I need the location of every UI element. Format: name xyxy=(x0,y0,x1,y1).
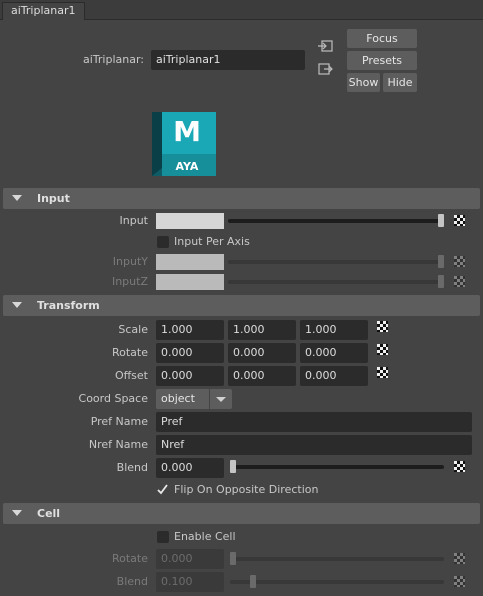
input-slider-handle[interactable] xyxy=(438,214,444,227)
offset-z-field[interactable]: 0.000 xyxy=(300,366,368,386)
input-color-swatch[interactable] xyxy=(156,213,224,229)
nref-name-label: Nref Name xyxy=(88,438,148,451)
enable-cell-checkbox[interactable] xyxy=(157,531,169,543)
cell-blend-label: Blend xyxy=(116,575,148,588)
node-name-field[interactable]: aiTriplanar1 xyxy=(151,50,305,70)
cell-rotate-slider-handle xyxy=(230,552,236,565)
collapse-arrow-icon xyxy=(12,195,22,201)
input-section-title: Input xyxy=(37,192,70,205)
offset-x-field[interactable]: 0.000 xyxy=(156,366,224,386)
input-y-slider-track xyxy=(228,260,444,264)
select-output-icon[interactable] xyxy=(318,63,333,75)
input-z-map-button xyxy=(454,276,465,287)
enable-cell-label: Enable Cell xyxy=(174,530,236,543)
cell-section-header[interactable]: Cell xyxy=(3,503,480,524)
cell-blend-slider-track xyxy=(230,580,444,584)
select-input-icon[interactable] xyxy=(318,40,333,52)
pref-name-field[interactable]: Pref xyxy=(156,412,472,432)
maya-logo-text: AYA xyxy=(175,160,199,173)
flip-checkbox[interactable] xyxy=(156,483,169,496)
scale-label: Scale xyxy=(118,323,148,336)
input-z-swatch xyxy=(156,274,224,290)
scale-y-field[interactable]: 1.000 xyxy=(228,320,296,340)
input-per-axis-checkbox[interactable] xyxy=(157,236,169,248)
input-z-slider-handle xyxy=(438,275,444,288)
blend-field[interactable]: 0.000 xyxy=(156,458,224,478)
input-map-button[interactable] xyxy=(454,215,465,226)
hide-button[interactable]: Hide xyxy=(383,73,417,92)
input-z-label: InputZ xyxy=(111,275,148,288)
show-button[interactable]: Show xyxy=(347,73,380,92)
input-y-swatch xyxy=(156,254,224,270)
transform-section-title: Transform xyxy=(37,299,100,312)
rotate-label: Rotate xyxy=(111,346,148,359)
collapse-arrow-icon xyxy=(12,510,22,516)
rotate-map-button[interactable] xyxy=(377,344,388,355)
blend-label: Blend xyxy=(116,461,148,474)
input-z-slider-track xyxy=(228,280,444,284)
input-label: Input xyxy=(119,214,148,227)
offset-map-button[interactable] xyxy=(377,367,388,378)
blend-slider-handle[interactable] xyxy=(230,460,236,473)
scale-x-field[interactable]: 1.000 xyxy=(156,320,224,340)
dropdown-divider xyxy=(209,389,210,409)
input-section-header[interactable]: Input xyxy=(3,188,480,209)
input-y-slider-handle xyxy=(438,255,444,268)
input-slider-track[interactable] xyxy=(228,219,444,223)
blend-map-button[interactable] xyxy=(454,461,465,472)
focus-button[interactable]: Focus xyxy=(347,29,417,48)
cell-rotate-field: 0.000 xyxy=(156,549,224,569)
coord-space-label: Coord Space xyxy=(78,392,148,405)
cell-blend-field: 0.100 xyxy=(156,572,224,592)
collapse-arrow-icon xyxy=(12,302,22,308)
rotate-z-field[interactable]: 0.000 xyxy=(300,343,368,363)
nref-name-field[interactable]: Nref xyxy=(156,435,472,455)
cell-section-title: Cell xyxy=(37,507,61,520)
node-name-label: aiTriplanar: xyxy=(82,53,144,66)
input-y-label: InputY xyxy=(112,255,148,268)
blend-slider-track[interactable] xyxy=(230,465,444,469)
maya-logo-letter: M xyxy=(173,115,201,148)
scale-z-field[interactable]: 1.000 xyxy=(300,320,368,340)
coord-space-value: object xyxy=(161,392,195,405)
chevron-down-icon xyxy=(216,397,226,402)
coord-space-dropdown[interactable]: object xyxy=(156,389,232,409)
presets-button[interactable]: Presets xyxy=(347,51,417,70)
flip-label: Flip On Opposite Direction xyxy=(174,483,319,496)
rotate-x-field[interactable]: 0.000 xyxy=(156,343,224,363)
offset-label: Offset xyxy=(114,369,148,382)
cell-blend-map-button xyxy=(454,576,465,587)
tab-aitriplanar1[interactable]: aiTriplanar1 xyxy=(2,2,85,20)
cell-rotate-slider-track xyxy=(230,557,444,561)
input-y-map-button xyxy=(454,256,465,267)
input-per-axis-label: Input Per Axis xyxy=(174,235,250,248)
rotate-y-field[interactable]: 0.000 xyxy=(228,343,296,363)
cell-rotate-label: Rotate xyxy=(111,552,148,565)
scale-map-button[interactable] xyxy=(377,321,388,332)
offset-y-field[interactable]: 0.000 xyxy=(228,366,296,386)
pref-name-label: Pref Name xyxy=(90,415,148,428)
cell-blend-slider-handle xyxy=(250,575,256,588)
transform-section-header[interactable]: Transform xyxy=(3,295,480,316)
cell-rotate-map-button xyxy=(454,553,465,564)
